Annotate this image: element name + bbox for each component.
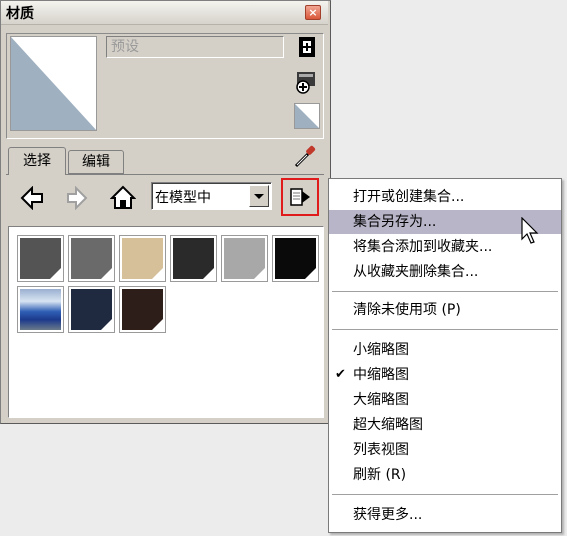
current-material-preview (10, 36, 97, 131)
details-button[interactable] (281, 178, 319, 216)
tab-select[interactable]: 选择 (8, 147, 66, 175)
material-swatch[interactable] (119, 286, 166, 333)
material-swatch[interactable] (17, 286, 64, 333)
material-swatch[interactable] (68, 235, 115, 282)
mouse-cursor-icon (521, 216, 541, 247)
menu-item-remove-from-favorites[interactable]: 从收藏夹删除集合... (329, 260, 561, 284)
material-swatch[interactable] (272, 235, 319, 282)
material-swatch[interactable] (119, 235, 166, 282)
chevron-down-icon[interactable] (249, 185, 269, 207)
close-button[interactable]: × (305, 5, 321, 20)
check-mark-icon: ✔ (335, 367, 346, 382)
forward-arrow-icon[interactable] (64, 185, 90, 211)
back-arrow-icon[interactable] (20, 185, 46, 211)
menu-separator (332, 291, 558, 292)
menu-item-get-more[interactable]: 获得更多... (329, 503, 561, 527)
menu-item-refresh[interactable]: 刷新 (R) (329, 463, 561, 487)
menu-item-large-thumbnails[interactable]: 大缩略图 (329, 388, 561, 412)
eyedropper-icon[interactable] (292, 144, 318, 170)
material-swatch[interactable] (68, 286, 115, 333)
title-bar[interactable] (1, 1, 328, 25)
menu-item-open-collection[interactable]: 打开或创建集合... (329, 185, 561, 209)
home-icon[interactable] (109, 185, 137, 211)
window-title: 材质 (6, 6, 34, 22)
swatch-corner-marker (151, 318, 164, 331)
menu-item-small-thumbnails[interactable]: 小缩略图 (329, 338, 561, 362)
material-swatch[interactable] (17, 235, 64, 282)
menu-separator (332, 494, 558, 495)
add-to-model-icon[interactable] (294, 70, 316, 94)
swatch-corner-marker (151, 267, 164, 280)
swatch-corner-marker (202, 267, 215, 280)
swatch-corner-marker (304, 267, 317, 280)
menu-separator (332, 329, 558, 330)
menu-item-medium-thumbnails[interactable]: ✔ 中缩略图 (329, 363, 561, 387)
swatch-corner-marker (100, 318, 113, 331)
default-material-icon[interactable] (294, 103, 320, 129)
material-swatch[interactable] (221, 235, 268, 282)
swatch-corner-marker (253, 267, 266, 280)
menu-item-purge-unused[interactable]: 清除未使用项 (P) (329, 298, 561, 322)
details-arrow-icon (290, 188, 310, 206)
tab-edit[interactable]: 编辑 (68, 150, 124, 174)
material-swatch[interactable] (170, 235, 217, 282)
create-material-icon[interactable] (296, 36, 318, 58)
default-material-icon (11, 37, 96, 130)
menu-item-list-view[interactable]: 列表视图 (329, 438, 561, 462)
collection-dropdown-value: 在模型中 (155, 190, 211, 206)
menu-item-extra-large-thumbnails[interactable]: 超大缩略图 (329, 413, 561, 437)
material-name-field[interactable]: 预设 (106, 36, 284, 58)
swatch-corner-marker (100, 267, 113, 280)
swatch-corner-marker (49, 267, 62, 280)
